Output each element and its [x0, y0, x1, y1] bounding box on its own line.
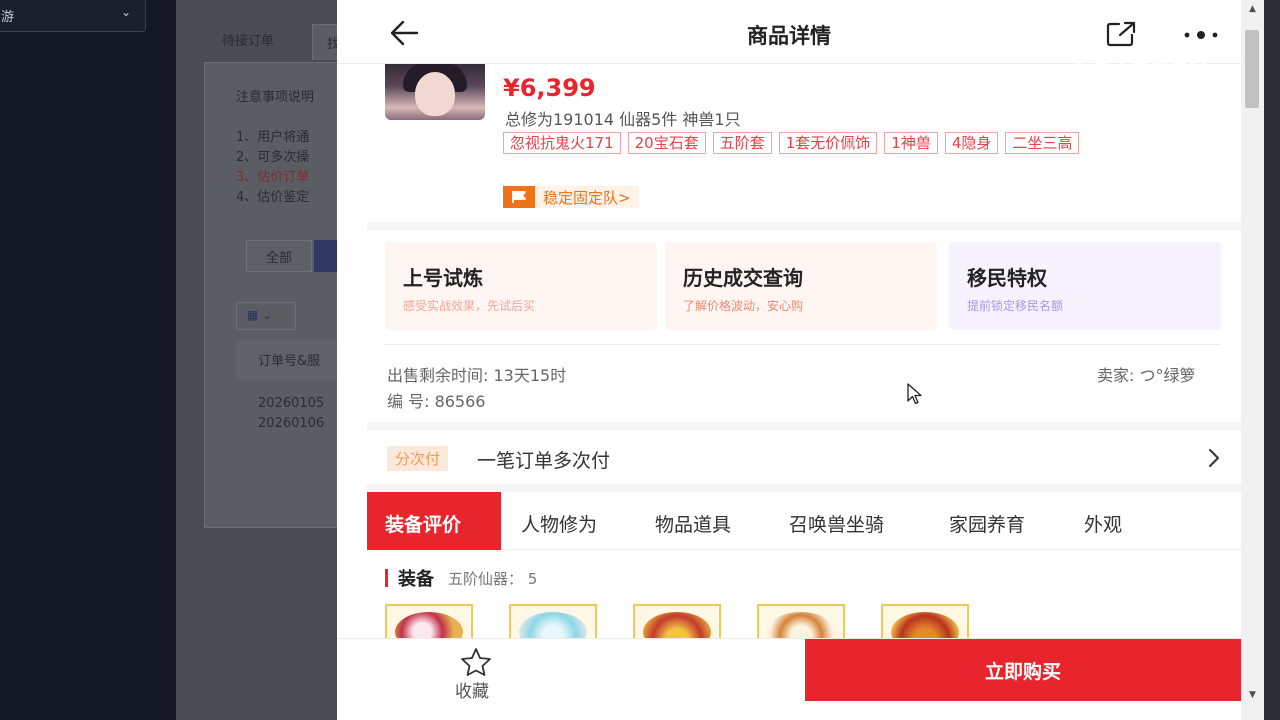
feature-title: 历史成交查询	[683, 266, 803, 290]
scrollbar-thumb[interactable]	[1245, 30, 1259, 108]
mouse-cursor-icon	[907, 383, 922, 405]
tab-home[interactable]: 家园养育	[949, 492, 1025, 550]
seller-name[interactable]: 卖家: つ°绿箩	[1097, 362, 1195, 386]
equipment-title: 装备	[398, 569, 434, 590]
equipment-subtitle: 五阶仙器： 5	[448, 569, 538, 588]
background-sidebar: 游 ⌄	[0, 0, 176, 720]
star-icon[interactable]	[459, 647, 493, 677]
character-avatar	[385, 58, 485, 120]
background-tab-pending: 待接订单	[222, 34, 275, 49]
background-notice-item: 3、估价订单	[236, 170, 310, 185]
team-badge-label: 稳定固定队>	[543, 188, 631, 207]
share-icon[interactable]	[1105, 20, 1137, 48]
product-tag: 1套无价佩饰	[778, 132, 878, 154]
installment-row[interactable]: 分次付 一笔订单多次付	[367, 430, 1241, 486]
background-notice-item: 2、可多次操	[236, 150, 310, 165]
sale-remaining-time: 出售剩余时间: 13天15时	[387, 366, 567, 385]
equipment-heading: 装备 五阶仙器： 5	[385, 567, 538, 590]
heading-marker	[385, 569, 388, 587]
svg-text:CCTV: CCTV	[1131, 56, 1209, 84]
more-options-icon[interactable]	[1183, 30, 1219, 40]
scrollbar[interactable]: ▲ ▼	[1241, 0, 1264, 720]
buy-now-button[interactable]: 立即购买	[805, 639, 1241, 701]
feature-history[interactable]: 历史成交查询 了解价格波动，安心购	[665, 242, 937, 330]
background-notice-title: 注意事项说明	[236, 90, 315, 105]
background-select-text: 游	[1, 10, 15, 25]
background-grid-toggle: ▦ ⌄	[236, 302, 296, 330]
product-stats: 总修为191014 仙器5件 神兽1只	[505, 110, 741, 129]
feature-subtitle: 感受实战效果，先试后买	[403, 299, 536, 313]
background-table-header: 订单号&服	[236, 340, 346, 380]
background-table-cell: 20260105	[258, 396, 325, 411]
background-select: 游 ⌄	[0, 0, 146, 32]
feature-title: 上号试炼	[403, 266, 483, 290]
product-tag: 五阶套	[712, 132, 772, 154]
section-divider	[367, 422, 1241, 430]
product-detail-panel: 商品详情 CCTV ¥6,399 总修为191014 仙器5件 神兽1只 忽视抗…	[337, 0, 1241, 720]
installment-text: 一笔订单多次付	[477, 450, 611, 472]
tab-summons[interactable]: 召唤兽坐骑	[789, 492, 884, 550]
window-edge	[1264, 0, 1280, 720]
flag-icon	[503, 186, 535, 208]
section-divider	[367, 484, 1241, 492]
background-table-cell: 20260106	[258, 416, 325, 431]
product-tag: 1神兽	[884, 132, 938, 154]
feature-subtitle: 提前锁定移民名额	[967, 299, 1064, 313]
feature-migration[interactable]: 移民特权 提前锁定移民名额	[949, 242, 1221, 330]
product-tag: 4隐身	[944, 132, 999, 154]
product-price: ¥6,399	[503, 74, 596, 102]
broadcaster-watermark: CCTV	[1071, 48, 1239, 88]
product-tag: 忽视抗鬼火171	[503, 132, 621, 154]
divider	[385, 344, 1221, 345]
product-tags: 忽视抗鬼火171 20宝石套 五阶套 1套无价佩饰 1神兽 4隐身 二坐三高	[503, 132, 1183, 160]
background-notice-item: 4、估价鉴定	[236, 190, 310, 205]
tab-items[interactable]: 物品道具	[655, 492, 731, 550]
background-notice-item: 1、用户将通	[236, 130, 310, 145]
tab-character[interactable]: 人物修为	[521, 492, 597, 550]
cctv-logo-icon: CCTV	[1075, 54, 1209, 86]
product-tag: 二坐三高	[1005, 132, 1080, 154]
scroll-down-icon[interactable]: ▼	[1241, 690, 1264, 700]
bottom-action-bar: 收藏 立即购买	[337, 638, 1241, 720]
team-badge[interactable]: 稳定固定队>	[503, 186, 639, 208]
installment-badge: 分次付	[387, 446, 449, 471]
chevron-right-icon	[1209, 449, 1219, 467]
background-page: 待接订单 找 注意事项说明 1、用户将通 2、可多次操 3、估价订单 4、估价鉴…	[176, 0, 346, 720]
feature-trial[interactable]: 上号试炼 感受实战效果，先试后买	[385, 242, 657, 330]
background-filter-all: 全部	[246, 240, 312, 272]
serial-number: 编 号: 86566	[387, 392, 486, 411]
feature-title: 移民特权	[967, 266, 1047, 290]
detail-tabs: 装备评价 人物修为 物品道具 召唤兽坐骑 家园养育 外观	[367, 492, 1241, 550]
feature-subtitle: 了解价格波动，安心购	[683, 299, 804, 313]
tab-equipment[interactable]: 装备评价	[367, 492, 501, 550]
scroll-up-icon[interactable]: ▲	[1241, 4, 1264, 14]
tab-appearance[interactable]: 外观	[1084, 492, 1122, 550]
favorite-label[interactable]: 收藏	[455, 677, 489, 702]
section-divider	[367, 222, 1241, 230]
product-tag: 20宝石套	[627, 132, 706, 154]
chevron-down-icon: ⌄	[120, 5, 131, 19]
